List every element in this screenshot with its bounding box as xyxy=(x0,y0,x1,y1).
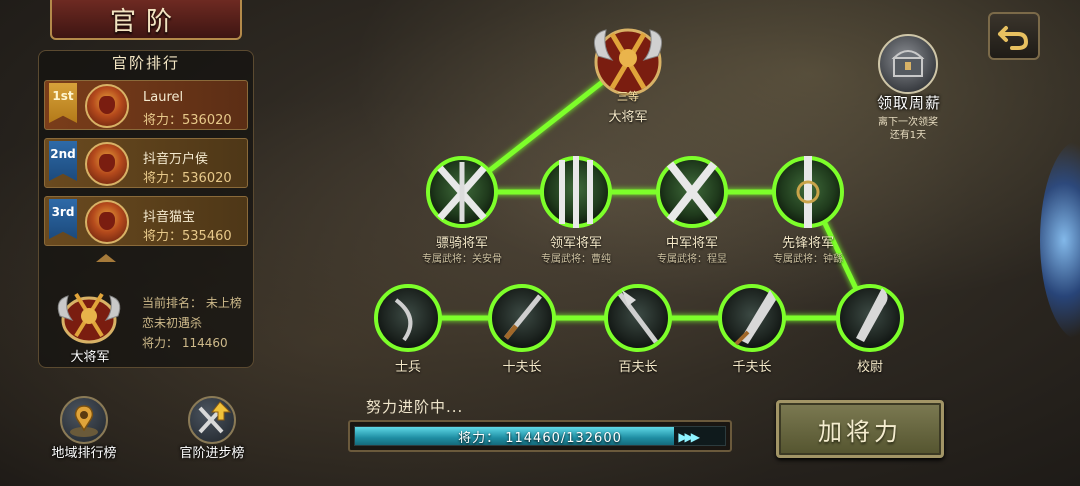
general-sub-2: 专属武将：曹纯 xyxy=(541,254,611,265)
general-name-2: 领军将军 xyxy=(549,236,602,251)
general-node-2[interactable] xyxy=(540,156,612,228)
soldier-name-3: 百夫长 xyxy=(618,360,658,375)
weekly-countdown: 离下一次领奖 还有1天 xyxy=(878,117,938,141)
soldier-name-5: 校尉 xyxy=(856,360,883,375)
general-name-4: 先锋将军 xyxy=(781,236,834,251)
general-node-1[interactable] xyxy=(426,156,498,228)
general-sub-1: 专属武将：关安骨 xyxy=(422,254,502,265)
general-name-1: 骠骑将军 xyxy=(435,236,488,251)
power-progress-bar: 将力： 114460/132600 ▶▶▶ xyxy=(348,420,732,452)
claim-weekly-salary-button[interactable]: 领取周薪 xyxy=(864,90,954,114)
top-rank-badge: 三等 xyxy=(617,90,639,103)
progress-arrows-icon: ▶▶▶ xyxy=(678,430,700,444)
general-node-3[interactable] xyxy=(656,156,728,228)
general-node-4[interactable] xyxy=(772,156,844,228)
soldier-node-1[interactable] xyxy=(374,284,442,352)
soldier-node-3[interactable] xyxy=(604,284,672,352)
soldier-node-5[interactable] xyxy=(836,284,904,352)
back-button[interactable] xyxy=(988,12,1040,60)
soldier-name-1: 士兵 xyxy=(394,360,421,375)
add-power-button[interactable]: 加将力 xyxy=(776,400,944,458)
back-arrow-icon xyxy=(998,26,1028,50)
top-rank-name: 大将军 xyxy=(608,110,648,125)
progress-text: 将力： 114460/132600 xyxy=(458,430,622,446)
soldier-name-2: 十夫长 xyxy=(502,360,542,375)
soldier-node-2[interactable] xyxy=(488,284,556,352)
progress-status: 努力进阶中... xyxy=(366,398,464,416)
soldier-name-4: 千夫长 xyxy=(732,360,772,375)
top-rank-node[interactable] xyxy=(593,28,663,96)
general-name-3: 中军将军 xyxy=(665,236,718,251)
soldier-node-4[interactable] xyxy=(718,284,786,352)
treasure-chest-icon xyxy=(878,34,938,94)
general-sub-3: 专属武将：程昱 xyxy=(657,254,727,265)
weekly-salary[interactable]: 领取周薪 离下一次领奖 还有1天 xyxy=(858,34,958,146)
general-sub-4: 专属武将：钟繇 xyxy=(773,254,843,265)
